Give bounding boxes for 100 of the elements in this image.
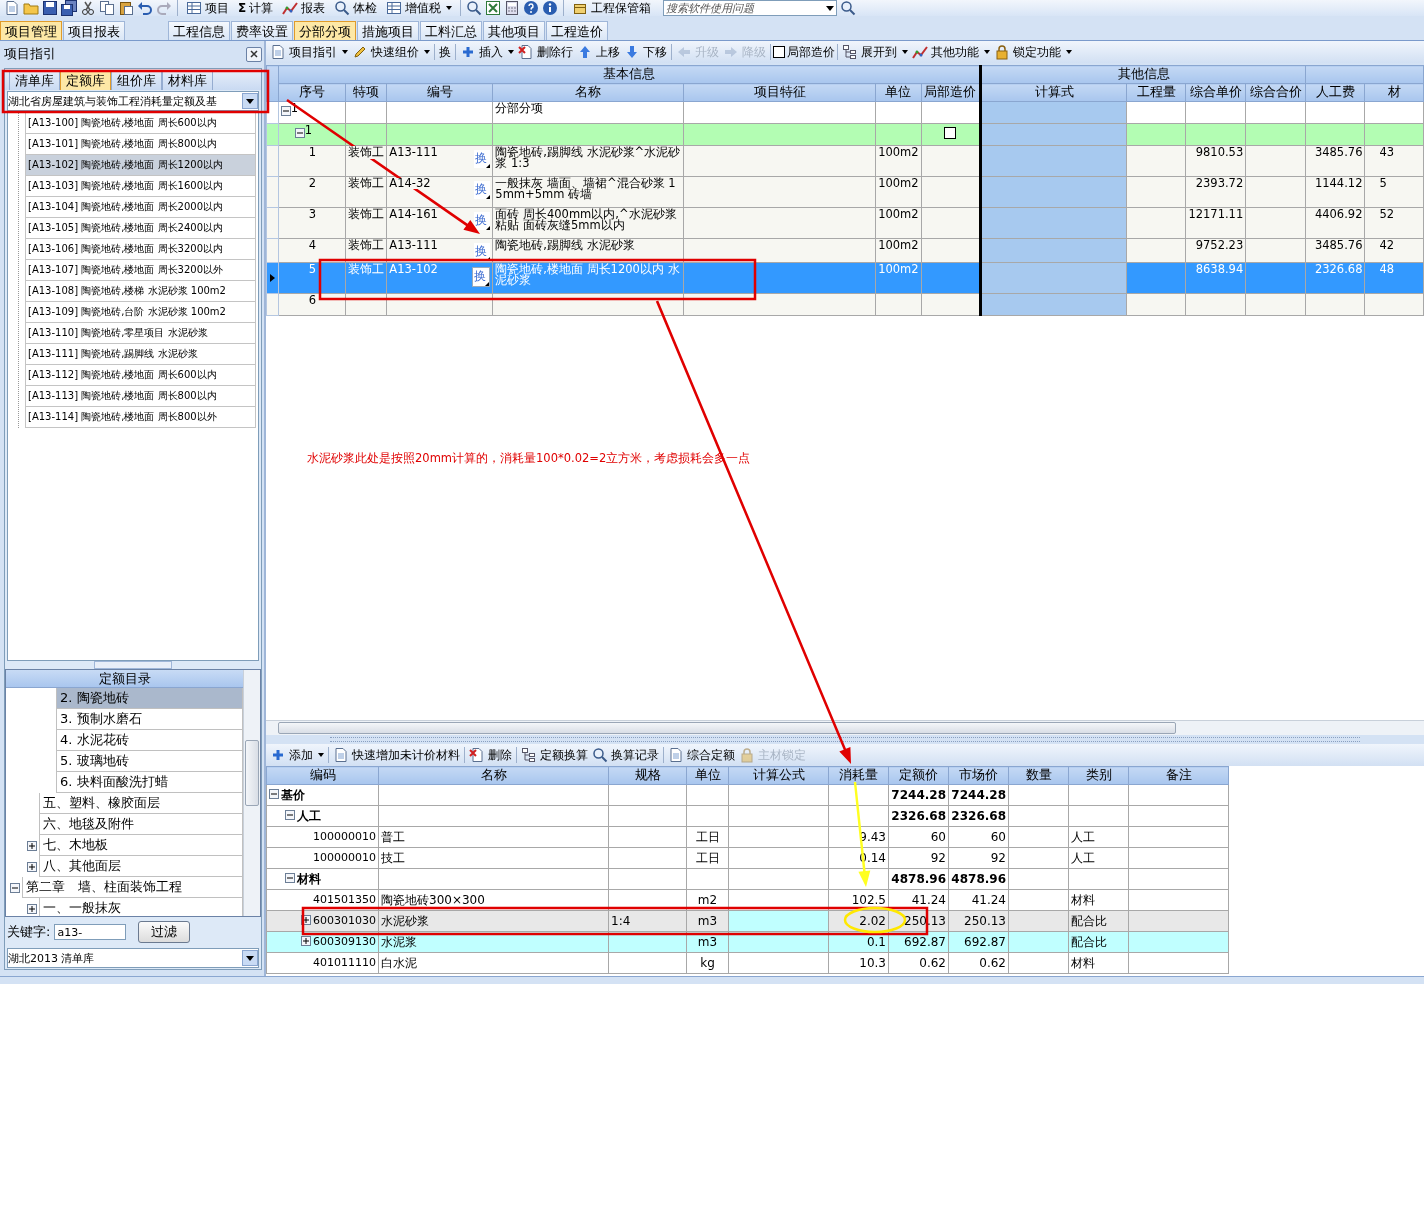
list-item[interactable]: [A13-111] 陶瓷地砖,踢脚线 水泥砂浆 xyxy=(25,344,256,365)
tab[interactable]: 组价库 xyxy=(111,71,162,90)
column-header[interactable]: 市场价 xyxy=(948,766,1009,785)
list-item[interactable]: [A13-103] 陶瓷地砖,楼地面 周长1600以内 xyxy=(25,176,256,197)
expand-icon[interactable] xyxy=(301,936,311,946)
list-item[interactable]: [A13-102] 陶瓷地砖,楼地面 周长1200以内 xyxy=(25,155,256,176)
toolbar-button[interactable]: 添加 xyxy=(268,745,326,765)
expand-icon[interactable] xyxy=(301,915,311,925)
column-header[interactable]: 编码 xyxy=(266,766,379,785)
column-header[interactable]: 消耗量 xyxy=(828,766,889,785)
tree-item[interactable]: 六、地毯及附件 xyxy=(39,814,243,835)
checkbox-label[interactable]: 局部造价 xyxy=(787,43,835,61)
column-header[interactable]: 名称 xyxy=(378,766,609,785)
input-field[interactable]: a13- xyxy=(54,924,127,940)
column-header[interactable]: 定额价 xyxy=(888,766,949,785)
collapse-icon[interactable] xyxy=(294,128,305,138)
tree-item[interactable]: 八、其他面层 xyxy=(39,856,243,877)
tab[interactable]: 分部分项 xyxy=(294,21,356,40)
tree-item[interactable]: 5. 玻璃地砖 xyxy=(56,751,243,772)
table-row[interactable]: 4 装饰工 A13-111 换 陶瓷地砖,踢脚线 水泥砂浆 100m2 9752.23 3485.76 42 xyxy=(266,238,1424,263)
list-item[interactable]: [A13-100] 陶瓷地砖,楼地面 周长600以内 xyxy=(25,113,256,134)
swap-button[interactable]: 换 xyxy=(472,267,491,287)
collapse-icon[interactable] xyxy=(285,873,295,883)
filter-button[interactable]: 过滤 xyxy=(138,921,191,943)
toolbar-button[interactable]: 快速组价 xyxy=(350,42,432,62)
toolbar-button[interactable]: 锁定功能 xyxy=(992,42,1074,62)
toolbar-button[interactable]: 下移 xyxy=(622,42,669,62)
scrollbar[interactable] xyxy=(243,670,260,916)
list-item[interactable]: [A13-110] 陶瓷地砖,零星项目 水泥砂浆 xyxy=(25,323,256,344)
table-row[interactable]: 1 xyxy=(266,123,1424,146)
splitter-handle[interactable] xyxy=(94,661,172,669)
list-item[interactable]: [A13-105] 陶瓷地砖,楼地面 周长2400以内 xyxy=(25,218,256,239)
swap-button[interactable]: 换 xyxy=(474,212,491,230)
table-row[interactable]: 401011110 白水泥 kg 10.3 0.62 0.62 材料 xyxy=(266,952,1229,974)
column-header[interactable]: 数量 xyxy=(1008,766,1069,785)
tree-item[interactable]: 人工 xyxy=(297,807,321,825)
list-item[interactable]: [A13-104] 陶瓷地砖,楼地面 周长2000以内 xyxy=(25,197,256,218)
table-row[interactable]: 材料 4878.96 4878.96 xyxy=(266,868,1229,890)
list-item[interactable]: [A13-107] 陶瓷地砖,楼地面 周长3200以外 xyxy=(25,260,256,281)
list-item[interactable]: [A13-114] 陶瓷地砖,楼地面 周长800以外 xyxy=(25,407,256,428)
tree-item[interactable]: 3. 预制水磨石 xyxy=(56,709,243,730)
collapse-icon[interactable] xyxy=(10,882,20,893)
toolbar-button[interactable]: 项目指引 xyxy=(268,42,350,62)
toolbar-button[interactable]: 其他功能 xyxy=(910,42,992,62)
toolbar-button[interactable]: 工程保管箱 xyxy=(569,1,655,15)
checkbox[interactable] xyxy=(773,46,785,58)
list-item[interactable]: [A13-108] 陶瓷地砖,楼梯 水泥砂浆 100m2 xyxy=(25,281,256,302)
collapse-icon[interactable] xyxy=(285,810,295,820)
tab[interactable]: 措施项目 xyxy=(357,21,419,40)
column-header[interactable]: 类别 xyxy=(1068,766,1129,785)
collapse-icon[interactable] xyxy=(269,789,279,799)
checkbox[interactable] xyxy=(944,127,957,139)
toolbar-button[interactable]: 报表 xyxy=(279,1,329,15)
expand-icon[interactable] xyxy=(27,840,37,851)
toolbar-button[interactable]: 综合定额 xyxy=(666,745,737,765)
toolbar-button[interactable]: 项目 xyxy=(183,1,232,15)
toolbar-button[interactable]: 插入 xyxy=(458,42,516,62)
tree-item[interactable]: 4. 水泥花砖 xyxy=(56,730,243,751)
tab[interactable]: 工料汇总 xyxy=(420,21,482,40)
tab[interactable]: 材料库 xyxy=(162,71,213,90)
toolbar-button[interactable]: 增值税 xyxy=(383,1,456,15)
toolbar-button[interactable]: 快速增加未计价材料 xyxy=(331,745,462,765)
list-item[interactable]: [A13-106] 陶瓷地砖,楼地面 周长3200以内 xyxy=(25,239,256,260)
swap-button[interactable]: 换 xyxy=(474,181,491,199)
scrollbar[interactable] xyxy=(266,720,1424,735)
table-row[interactable]: 基价 7244.28 7244.28 xyxy=(266,784,1229,806)
tab[interactable]: 工程造价 xyxy=(546,21,608,40)
table-row[interactable]: 600309130 水泥浆 m3 0.1 692.87 692.87 配合比 xyxy=(266,931,1229,953)
column-header[interactable]: 备注 xyxy=(1128,766,1229,785)
toolbar-button[interactable]: 定额换算 xyxy=(519,745,590,765)
swap-button[interactable]: 换 xyxy=(474,150,491,168)
tree-item[interactable]: 第二章 墙、柱面装饰工程 xyxy=(22,877,243,898)
tab[interactable]: 工程信息 xyxy=(168,21,230,40)
toolbar-button[interactable]: 删除行 xyxy=(516,42,575,62)
tab[interactable]: 项目管理 xyxy=(0,21,62,40)
tree-item[interactable]: 材料 xyxy=(297,870,321,888)
table-row[interactable]: 401501350 陶瓷地砖300×300 m2 102.5 41.24 41.24 材料 xyxy=(266,889,1229,911)
tree-item[interactable]: 五、塑料、橡胶面层 xyxy=(39,793,243,814)
close-button[interactable] xyxy=(246,46,262,62)
expand-icon[interactable] xyxy=(27,903,37,914)
list-item[interactable]: [A13-113] 陶瓷地砖,楼地面 周长800以内 xyxy=(25,386,256,407)
column-header[interactable]: 单位 xyxy=(686,766,729,785)
tab[interactable]: 项目报表 xyxy=(63,21,125,40)
toolbar-button[interactable]: 换 xyxy=(437,42,453,62)
tree-item[interactable]: 6. 块料面酸洗打蜡 xyxy=(56,772,243,793)
tab[interactable]: 费率设置 xyxy=(231,21,293,40)
dropdown[interactable]: 湖北2013 清单库 xyxy=(7,948,259,968)
tree-item[interactable]: 七、木地板 xyxy=(39,835,243,856)
dropdown[interactable]: 湖北省房屋建筑与装饰工程消耗量定额及基 xyxy=(7,91,259,111)
list-item[interactable]: [A13-109] 陶瓷地砖,台阶 水泥砂浆 100m2 xyxy=(25,302,256,323)
column-header[interactable]: 计算公式 xyxy=(728,766,829,785)
tab[interactable]: 其他项目 xyxy=(483,21,545,40)
tree-item[interactable]: 基价 xyxy=(281,786,305,804)
column-header[interactable]: 规格 xyxy=(608,766,687,785)
toolbar-button[interactable]: 展开到 xyxy=(840,42,910,62)
list-item[interactable]: [A13-112] 陶瓷地砖,楼地面 周长600以内 xyxy=(25,365,256,386)
toolbar-button[interactable]: 上移 xyxy=(575,42,622,62)
search-field[interactable]: 搜索软件使用问题 xyxy=(663,0,838,16)
toolbar-button[interactable]: 删除 xyxy=(467,745,514,765)
expand-icon[interactable] xyxy=(27,861,37,872)
